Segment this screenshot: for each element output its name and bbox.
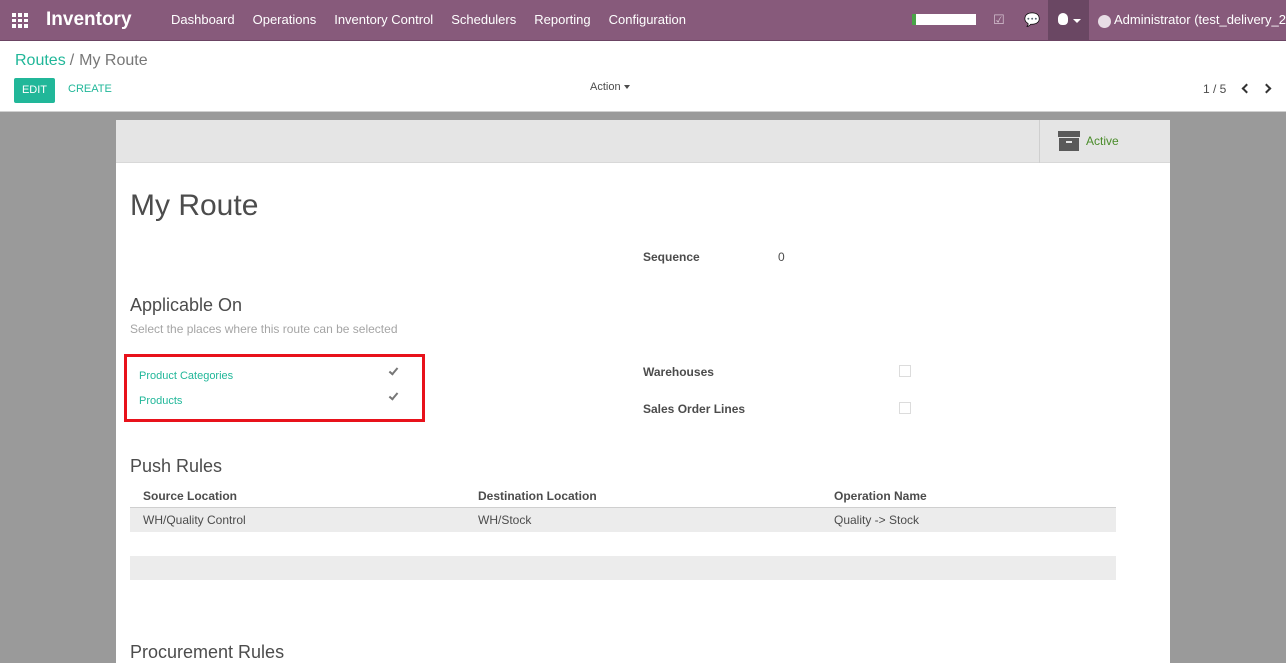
push-rules-table-footer: [130, 556, 1116, 580]
menu-item-reporting[interactable]: Reporting: [525, 0, 599, 40]
cell-destination-location: WH/Stock: [478, 513, 532, 527]
menu-item-dashboard[interactable]: Dashboard: [162, 0, 244, 40]
breadcrumb-current: My Route: [79, 52, 148, 69]
pager-previous-button[interactable]: [1239, 82, 1252, 96]
products-label[interactable]: Products: [139, 395, 182, 407]
top-navbar: Inventory Dashboard Operations Inventory…: [0, 0, 1286, 41]
activity-check-icon[interactable]: ☑: [993, 12, 1005, 28]
breadcrumb: Routes / My Route: [15, 52, 148, 70]
chevron-down-icon: [623, 85, 630, 90]
cell-operation-name: Quality -> Stock: [834, 513, 920, 527]
product-categories-checkbox[interactable]: [388, 365, 399, 376]
applicable-on-hint: Select the places where this route can b…: [130, 322, 398, 336]
cell-source-location: WH/Quality Control: [143, 513, 246, 527]
archive-icon: [1058, 131, 1080, 151]
breadcrumb-routes[interactable]: Routes: [15, 52, 66, 69]
product-categories-label[interactable]: Product Categories: [139, 370, 233, 382]
column-destination-location[interactable]: Destination Location: [478, 489, 597, 503]
active-toggle-button[interactable]: Active: [1039, 120, 1170, 163]
sequence-value: 0: [778, 250, 785, 264]
bug-icon: [1058, 13, 1068, 25]
action-dropdown[interactable]: Action: [590, 81, 630, 93]
sequence-label: Sequence: [643, 250, 700, 264]
warehouses-label: Warehouses: [643, 365, 714, 379]
avatar[interactable]: [1098, 15, 1111, 28]
chevron-right-icon: [1261, 83, 1272, 94]
warehouses-checkbox[interactable]: [899, 365, 911, 377]
chat-icon[interactable]: 💬: [1024, 12, 1040, 28]
user-menu[interactable]: Administrator (test_delivery_2): [1114, 12, 1286, 27]
menu-item-operations[interactable]: Operations: [244, 0, 326, 40]
applicable-on-heading: Applicable On: [130, 295, 243, 315]
column-operation-name[interactable]: Operation Name: [834, 489, 927, 503]
form-sheet: Active My Route Sequence 0 Applicable On…: [116, 120, 1170, 663]
record-title: My Route: [130, 189, 259, 222]
table-row[interactable]: WH/Quality Control WH/Stock Quality -> S…: [130, 508, 1116, 532]
form-statusbar: Active: [116, 120, 1170, 163]
products-checkbox[interactable]: [388, 390, 399, 401]
apps-grid-icon[interactable]: [12, 13, 29, 28]
main-menu: Dashboard Operations Inventory Control S…: [162, 0, 695, 40]
chevron-left-icon: [1241, 83, 1252, 94]
chevron-down-icon: [1073, 19, 1081, 23]
create-button[interactable]: CREATE: [68, 83, 112, 95]
menu-item-configuration[interactable]: Configuration: [600, 0, 695, 40]
procurement-rules-heading: Procurement Rules: [130, 642, 285, 662]
action-label: Action: [590, 81, 621, 93]
pager-value[interactable]: 1 / 5: [1203, 82, 1226, 96]
progress-fill: [912, 14, 916, 25]
progress-bar[interactable]: [912, 14, 976, 25]
menu-item-inventory-control[interactable]: Inventory Control: [325, 0, 442, 40]
debug-menu-button[interactable]: [1048, 0, 1089, 40]
pager-next-button[interactable]: [1261, 82, 1274, 96]
app-title: Inventory: [46, 9, 132, 30]
breadcrumb-separator: /: [69, 52, 75, 69]
push-rules-table-header: Source Location Destination Location Ope…: [130, 486, 1116, 508]
push-rules-heading: Push Rules: [130, 456, 223, 476]
column-source-location[interactable]: Source Location: [143, 489, 237, 503]
sales-order-lines-label: Sales Order Lines: [643, 402, 746, 416]
control-panel: Routes / My Route EDIT CREATE Action 1 / 5: [0, 41, 1286, 112]
edit-button[interactable]: EDIT: [14, 78, 55, 103]
active-status-label: Active: [1086, 134, 1119, 148]
menu-item-schedulers[interactable]: Schedulers: [442, 0, 525, 40]
sales-order-lines-checkbox[interactable]: [899, 402, 911, 414]
highlight-box: [124, 354, 425, 422]
